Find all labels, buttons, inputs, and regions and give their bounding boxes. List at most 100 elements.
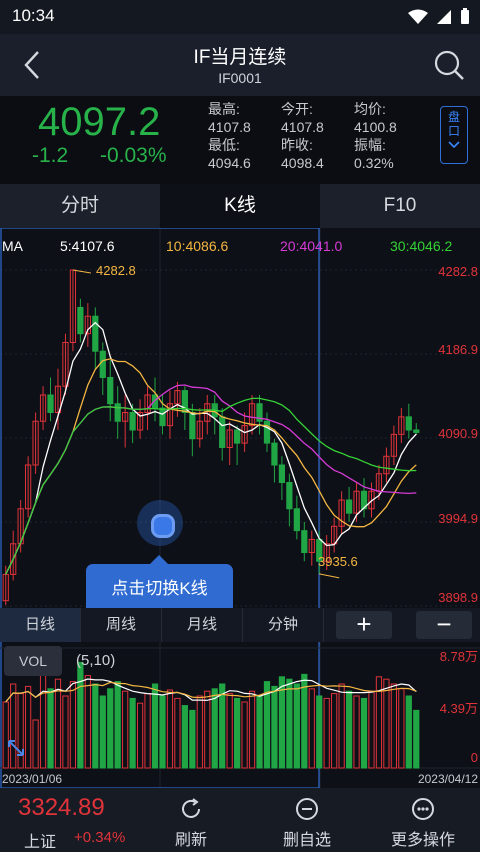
candle-body	[234, 429, 241, 444]
volume-bar	[54, 678, 62, 769]
fullscreen-icon[interactable]	[6, 738, 26, 758]
refresh-button[interactable]: 刷新	[146, 792, 236, 850]
volume-bar	[189, 709, 196, 769]
quote-column-open-prev: 今开: 4107.8 昨收: 4098.4	[281, 100, 324, 172]
more-actions-label: 更多操作	[390, 832, 455, 849]
y-tick-label: 3994.9	[438, 511, 478, 526]
ma-legend-label: MA	[2, 238, 23, 254]
volume-bar	[204, 690, 211, 769]
remove-watchlist-button[interactable]: 删自选	[262, 792, 352, 850]
candle-body	[293, 508, 300, 532]
minus-circle-icon	[296, 798, 318, 820]
volume-bar	[107, 688, 114, 769]
avg-label: 均价:	[354, 101, 386, 117]
ma30-line	[5, 397, 417, 575]
volume-zero-label: 0	[470, 750, 478, 765]
candle-body	[47, 394, 54, 413]
volume-bar	[144, 693, 151, 769]
volume-bar	[331, 693, 338, 769]
low-leader-line	[319, 573, 340, 579]
ma5-legend: 5:4107.6	[60, 238, 115, 254]
volume-bar	[248, 690, 256, 769]
switch-kline-tooltip[interactable]: 点击切换K线	[86, 555, 233, 614]
crosshair-handle[interactable]	[137, 500, 183, 546]
volume-bar	[234, 697, 241, 769]
kline-chart[interactable]: MA 5:4107.6 10:4086.6 20:4041.0 30:4046.…	[0, 228, 480, 788]
y-tick-label: 4186.9	[438, 342, 478, 357]
prev-close-label: 昨收:	[281, 137, 313, 153]
amplitude-value: 0.32%	[354, 155, 394, 171]
ma20-legend: 20:4041.0	[280, 238, 343, 254]
last-price: 4097.2	[38, 100, 161, 144]
volume-bar	[39, 671, 47, 769]
index-value: 3324.89	[18, 794, 105, 821]
volume-bar	[286, 678, 293, 769]
period-daily[interactable]: 日线	[0, 608, 81, 642]
period-minute[interactable]: 分钟	[243, 608, 324, 642]
candle-body	[345, 499, 353, 514]
volume-bar	[159, 695, 166, 769]
low-label: 最低:	[208, 137, 240, 153]
zoom-in-button[interactable]: +	[336, 611, 392, 639]
period-selector: 日线 周线 月线 分钟	[0, 608, 480, 642]
volume-bar	[129, 697, 136, 769]
volume-bar	[338, 683, 345, 769]
chart-tabs: 分时 K线 F10	[0, 184, 480, 228]
wifi-icon	[408, 9, 428, 24]
zoom-out-button[interactable]: −	[416, 611, 472, 639]
bottom-bar: 3324.89 上证 +0.34% 刷新 删自选 更多操作	[0, 788, 480, 852]
period-monthly[interactable]: 月线	[162, 608, 243, 642]
candle-body	[263, 420, 271, 444]
search-icon[interactable]	[432, 48, 466, 82]
status-bar: 10:34	[0, 0, 480, 34]
volume-bar	[122, 690, 129, 769]
candle-body	[107, 376, 114, 405]
more-actions-button[interactable]: 更多操作	[378, 792, 468, 850]
volume-bar	[62, 695, 69, 769]
volume-bar	[271, 685, 278, 769]
high-annotation: 4282.8	[96, 263, 136, 278]
quote-panel: 4097.2 -1.2 -0.03% 最高: 4107.8 最低: 4094.6…	[0, 96, 480, 184]
status-icons	[408, 8, 470, 25]
price-change: -1.2	[32, 144, 69, 167]
volume-bar	[114, 681, 121, 769]
volume-bar	[353, 695, 360, 769]
contract-title: IF当月连续	[193, 47, 287, 68]
pankou-label: 盘口	[448, 110, 461, 138]
ma30-legend: 30:4046.2	[390, 238, 453, 254]
volume-bar	[181, 705, 188, 769]
start-date: 2023/01/06	[2, 772, 63, 786]
kline-chart-canvas[interactable]	[0, 228, 480, 788]
volume-bar	[92, 683, 99, 769]
volume-bar	[219, 683, 226, 769]
high-value: 4107.8	[208, 119, 251, 135]
volume-bar	[293, 683, 300, 769]
volume-bar	[308, 688, 315, 769]
contract-code: IF0001	[218, 70, 262, 86]
chevron-down-icon	[448, 141, 460, 149]
volume-bar	[256, 695, 263, 769]
volume-bar	[47, 688, 54, 769]
ma10-legend: 10:4086.6	[166, 238, 229, 254]
candle-body	[114, 403, 121, 422]
tab-intraday[interactable]: 分时	[0, 184, 160, 228]
index-change-pct: +0.34%	[74, 829, 126, 846]
volume-bar	[25, 685, 32, 769]
candle-body	[405, 416, 412, 431]
tab-f10[interactable]: F10	[320, 184, 480, 228]
candle-body	[99, 350, 106, 378]
volume-bar	[413, 709, 420, 769]
quote-column-avg-amp: 均价: 4100.8 振幅: 0.32%	[354, 100, 397, 172]
pankou-button[interactable]: 盘口	[440, 106, 468, 164]
candle-body	[92, 315, 99, 352]
volume-bar	[301, 673, 308, 769]
candle-body	[219, 416, 226, 448]
tab-kline[interactable]: K线	[160, 184, 320, 228]
volume-indicator-button[interactable]: VOL	[4, 646, 62, 676]
refresh-icon	[182, 798, 200, 818]
volume-bar	[84, 675, 91, 769]
title-bar: IF当月连续 IF0001	[0, 34, 480, 96]
period-weekly[interactable]: 周线	[81, 608, 162, 642]
candle-body	[286, 482, 293, 510]
candle-body	[301, 530, 308, 554]
